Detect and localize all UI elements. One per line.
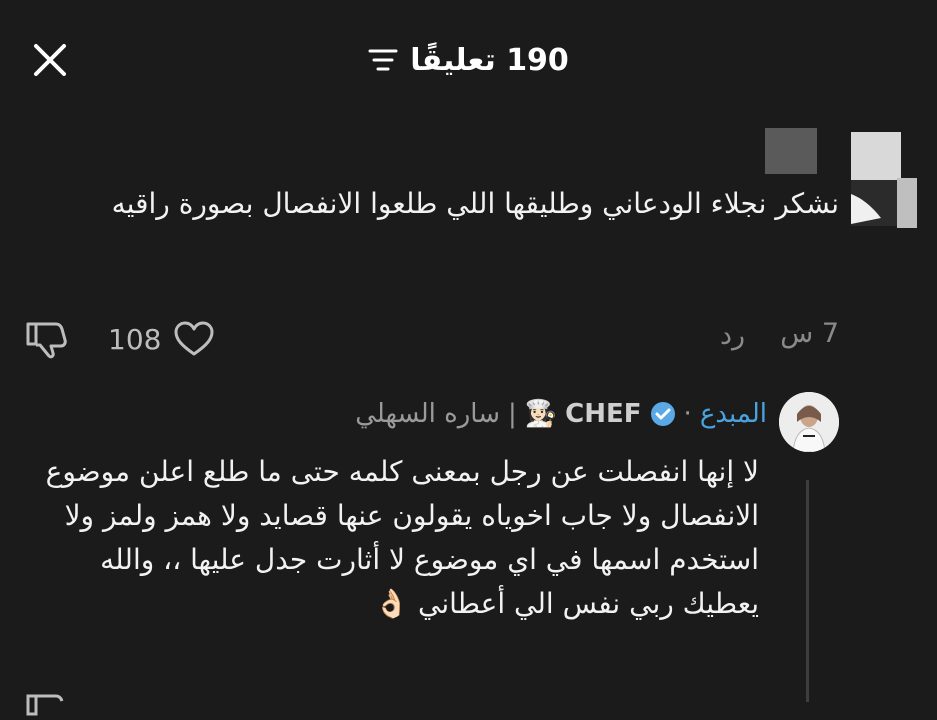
heart-icon[interactable] [173, 320, 215, 358]
blurred-avatar-fragment [765, 128, 817, 174]
like-count: 108 [108, 322, 162, 356]
comment-time: 7 س [780, 318, 839, 349]
avatar-image [847, 128, 917, 228]
author-badge-text: CHEF [565, 399, 642, 429]
sort-filter-icon[interactable] [368, 47, 398, 73]
comment-text: لا إنها انفصلت عن رجل بمعنى كلمه حتى ما … [45, 455, 759, 620]
reply-button[interactable]: رد [720, 320, 745, 351]
author-name[interactable]: ساره السهلي [355, 399, 500, 429]
comments-count-title: 190 تعليقًا [410, 42, 569, 78]
avatar-image [779, 392, 839, 452]
avatar[interactable] [847, 128, 917, 228]
name-separator: | [508, 399, 517, 429]
comments-header: 190 تعليقًا [0, 36, 937, 84]
dot-separator: · [683, 399, 692, 429]
dislike-icon[interactable] [24, 318, 68, 360]
comment-text: نشكر نجلاء الودعاني وطليقها اللي طلعوا ا… [111, 187, 839, 220]
verified-badge-icon [650, 402, 675, 426]
thread-line [806, 480, 809, 702]
like-control: 108 [108, 318, 215, 360]
avatar[interactable] [779, 392, 839, 452]
dislike-icon[interactable] [24, 690, 68, 720]
comment-author-row: ساره السهلي | 👩🏻‍🍳 CHEF · المبدع [355, 392, 767, 436]
chef-emoji: 👩🏻‍🍳 [524, 399, 558, 429]
creator-label: المبدع [699, 399, 767, 429]
